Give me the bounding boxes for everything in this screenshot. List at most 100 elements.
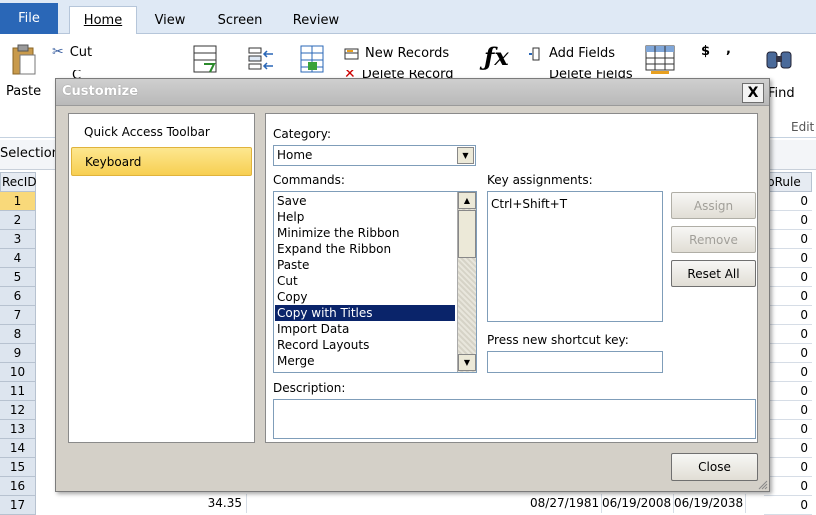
grid-cell-prule[interactable]: 0 <box>764 287 812 306</box>
recid-header-label: RecID <box>2 175 37 189</box>
cut-button[interactable]: ✂ Cut <box>52 44 92 60</box>
command-list-item[interactable]: Paste <box>275 257 455 273</box>
command-list-item[interactable]: Import Data <box>275 321 455 337</box>
command-list-item[interactable]: Merge <box>275 353 455 369</box>
commands-list[interactable]: Save Help Minimize the Ribbon Expand the Ri… <box>273 191 477 373</box>
command-list-item[interactable]: Record Layouts <box>275 337 455 353</box>
comma-format-button[interactable]: , <box>726 42 731 57</box>
key-assignments-list[interactable]: Ctrl+Shift+T <box>487 191 663 322</box>
command-list-item[interactable]: Copy with Titles <box>275 305 455 321</box>
currency-format-button[interactable]: $ <box>701 44 710 59</box>
row-number[interactable]: 3 <box>0 230 36 249</box>
row-number[interactable]: 4 <box>0 249 36 268</box>
command-list-item[interactable]: Cut <box>275 273 455 289</box>
category-label: Category: <box>273 127 331 141</box>
row-number[interactable]: 2 <box>0 211 36 230</box>
assign-button[interactable]: Assign <box>671 192 756 219</box>
grid-cell-prule[interactable]: 0 <box>764 249 812 268</box>
dialog-title: Customize <box>62 84 139 99</box>
row-number[interactable]: 14 <box>0 439 36 458</box>
reset-all-button[interactable]: Reset All <box>671 260 756 287</box>
row-number[interactable]: 11 <box>0 382 36 401</box>
add-fields-label: Add Fields <box>549 46 616 61</box>
tab-screen[interactable]: Screen <box>210 6 270 34</box>
grid-cell-value[interactable]: 34.35 <box>140 494 247 513</box>
row-number[interactable]: 10 <box>0 363 36 382</box>
grid-cell-prule[interactable]: 0 <box>764 344 812 363</box>
row-number[interactable]: 17 <box>0 496 36 515</box>
edit-group-label: Edit <box>791 120 815 134</box>
grid-column-header-prule[interactable]: pRule <box>764 172 812 192</box>
tab-view[interactable]: View <box>145 6 195 34</box>
shortcut-key-input[interactable] <box>487 351 663 373</box>
command-list-item[interactable]: Copy <box>275 289 455 305</box>
row-number[interactable]: 1 <box>0 192 36 211</box>
grid-cell-prule[interactable]: 0 <box>764 496 812 515</box>
tab-file[interactable]: File <box>0 3 58 34</box>
grid-cell-prule[interactable]: 0 <box>764 325 812 344</box>
category-keyboard[interactable]: Keyboard <box>71 147 252 176</box>
delete-x-icon: ✕ <box>344 70 356 78</box>
dialog-close-button[interactable]: X <box>742 83 764 103</box>
commands-scrollbar[interactable]: ▲ ▼ <box>457 192 476 372</box>
category-quick-access-toolbar[interactable]: Quick Access Toolbar <box>71 117 252 146</box>
row-number[interactable]: 7 <box>0 306 36 325</box>
cut-label: Cut <box>69 44 93 60</box>
currency-label: $ <box>701 44 711 59</box>
new-records-button[interactable]: New Records <box>344 46 449 61</box>
function-icon[interactable]: ƒx <box>484 42 509 71</box>
grid-cell-prule[interactable]: 0 <box>764 401 812 420</box>
command-list-item[interactable]: Help <box>275 209 455 225</box>
remove-label: Remove <box>689 232 738 247</box>
row-number[interactable]: 12 <box>0 401 36 420</box>
row-number[interactable]: 9 <box>0 344 36 363</box>
delete-record-button[interactable]: ✕ Delete Record <box>344 70 454 78</box>
chevron-down-icon[interactable]: ▼ <box>457 147 474 164</box>
dialog-title-bar[interactable]: Customize X <box>56 79 769 106</box>
row-number[interactable]: 5 <box>0 268 36 287</box>
grid-cell-prule[interactable]: 0 <box>764 230 812 249</box>
row-number[interactable]: 13 <box>0 420 36 439</box>
scroll-up-icon[interactable]: ▲ <box>458 192 476 209</box>
scroll-thumb[interactable] <box>458 210 476 258</box>
grid-cell-prule[interactable]: 0 <box>764 363 812 382</box>
customize-dialog: Customize X Quick Access Toolbar Keyboar… <box>55 78 770 492</box>
command-list-item[interactable]: Expand the Ribbon <box>275 241 455 257</box>
grid-cell-prule[interactable]: 0 <box>764 192 812 211</box>
command-list-item[interactable]: Save <box>275 193 455 209</box>
tab-review-label: Review <box>292 12 340 28</box>
tab-review[interactable]: Review <box>285 6 347 34</box>
paste-button[interactable]: Paste <box>6 44 41 99</box>
grid-cell-prule[interactable]: 0 <box>764 306 812 325</box>
grid-cell-prule[interactable]: 0 <box>764 420 812 439</box>
scroll-down-icon[interactable]: ▼ <box>458 354 476 371</box>
category-select[interactable]: Home ▼ <box>273 145 476 166</box>
grid-cell-date1[interactable]: 08/27/1981 <box>530 494 602 513</box>
row-number[interactable]: 8 <box>0 325 36 344</box>
grid-cell-prule[interactable]: 0 <box>764 268 812 287</box>
row-number[interactable]: 16 <box>0 477 36 496</box>
grid-cell-date3[interactable]: 06/19/2038 <box>674 494 746 513</box>
customize-category-list: Quick Access Toolbar Keyboard <box>68 113 255 443</box>
grid-column-header-recid[interactable]: RecID <box>0 172 37 192</box>
remove-button[interactable]: Remove <box>671 226 756 253</box>
grid-cell-prule[interactable]: 0 <box>764 477 812 496</box>
record-layout-icon <box>193 45 217 73</box>
category-quick-access-label: Quick Access Toolbar <box>84 124 210 139</box>
tab-home[interactable]: Home <box>69 6 137 34</box>
delete-fields-button[interactable]: Delete Fields <box>528 70 633 78</box>
grid-cell-prule[interactable]: 0 <box>764 211 812 230</box>
command-list-item[interactable]: Minimize the Ribbon <box>275 225 455 241</box>
grid-cell-prule[interactable]: 0 <box>764 458 812 477</box>
find-label: Find <box>768 86 795 101</box>
grid-cell-date2[interactable]: 06/19/2008 <box>602 494 674 513</box>
row-number[interactable]: 15 <box>0 458 36 477</box>
grid-cell-prule[interactable]: 0 <box>764 382 812 401</box>
row-number[interactable]: 6 <box>0 287 36 306</box>
grid-cell-prule[interactable]: 0 <box>764 439 812 458</box>
find-button[interactable]: Find <box>768 86 795 101</box>
resize-grip-icon[interactable] <box>756 478 768 490</box>
add-fields-button[interactable]: Add Fields <box>528 46 615 61</box>
key-assignment-item[interactable]: Ctrl+Shift+T <box>491 197 567 211</box>
close-button[interactable]: Close <box>671 453 758 481</box>
